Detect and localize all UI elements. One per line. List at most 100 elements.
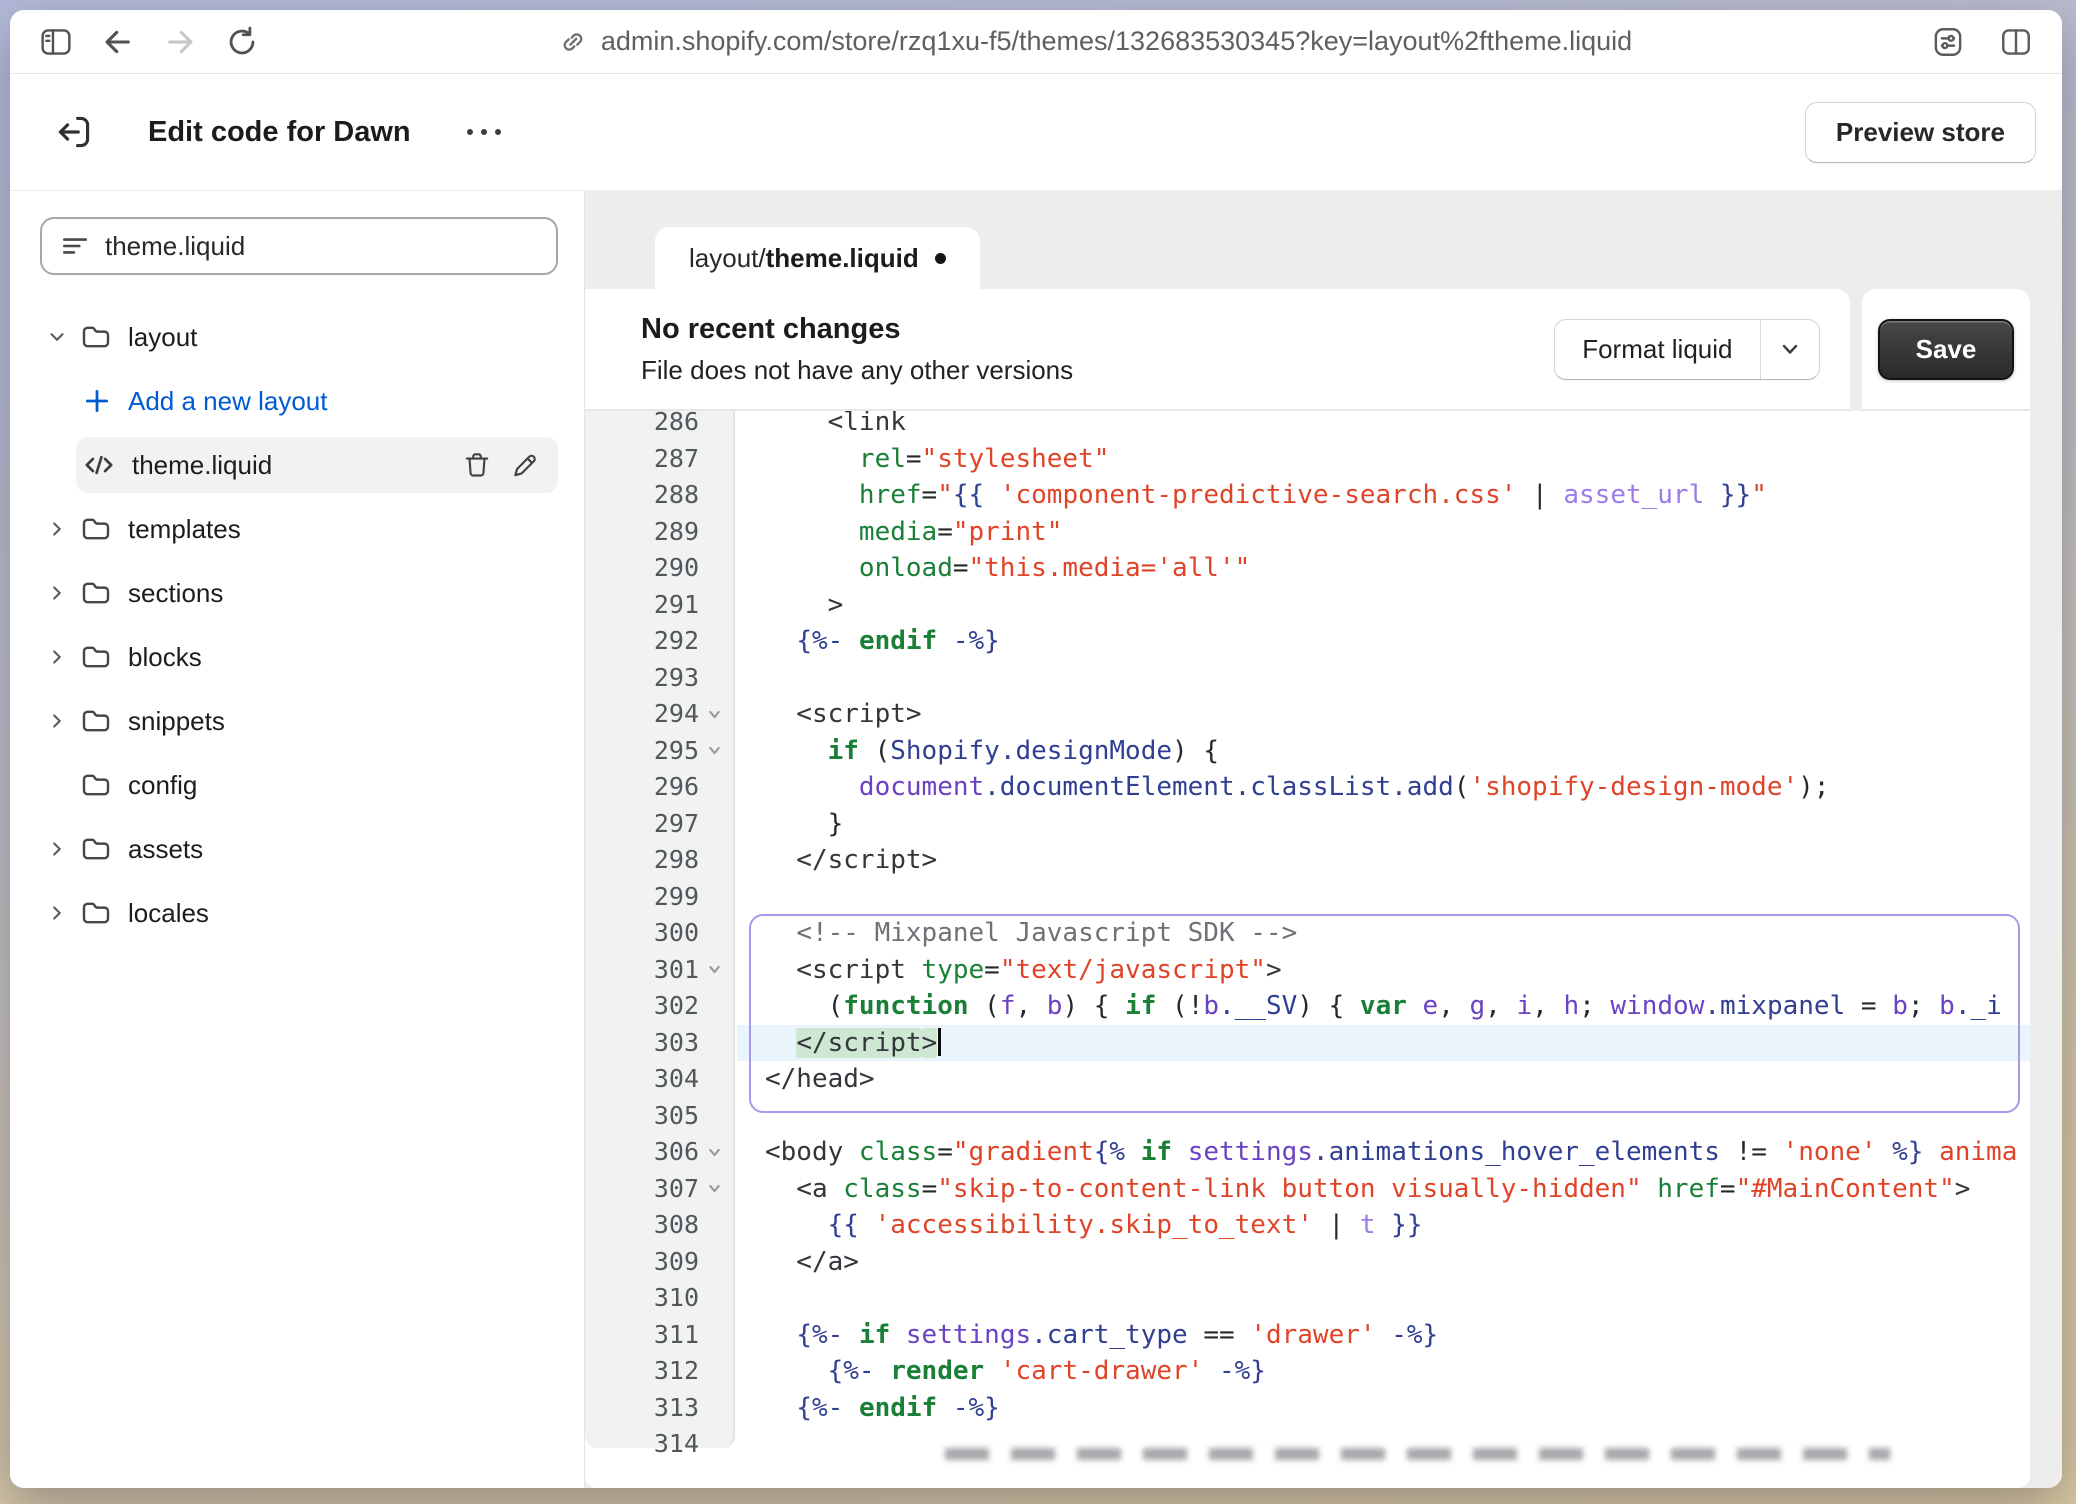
- line-number: 288: [585, 477, 735, 514]
- code-line-310[interactable]: 310: [585, 1280, 2030, 1317]
- code-line-300[interactable]: 300 <!-- Mixpanel Javascript SDK -->: [585, 915, 2030, 952]
- code-line-289[interactable]: 289 media="print": [585, 514, 2030, 551]
- save-panel: Save: [1862, 289, 2030, 411]
- code-line-298[interactable]: 298 </script>: [585, 842, 2030, 879]
- code-line-content: <body class="gradient{% if settings.anim…: [735, 1134, 2017, 1171]
- chevron-right-icon[interactable]: [46, 582, 80, 604]
- url-text: admin.shopify.com/store/rzq1xu-f5/themes…: [601, 26, 1632, 57]
- pencil-icon[interactable]: [510, 450, 540, 480]
- fold-chevron-icon[interactable]: [699, 1180, 729, 1197]
- code-line-288[interactable]: 288 href="{{ 'component-predictive-searc…: [585, 477, 2030, 514]
- folder-icon: [80, 321, 112, 353]
- code-line-308[interactable]: 308 {{ 'accessibility.skip_to_text' | t …: [585, 1207, 2030, 1244]
- sidebar-item-locales[interactable]: locales: [40, 885, 558, 941]
- save-button[interactable]: Save: [1878, 319, 2015, 380]
- line-number: 294: [585, 696, 735, 733]
- sidebar-item-label: blocks: [128, 642, 202, 673]
- code-line-content: href="{{ 'component-predictive-search.cs…: [735, 477, 1767, 514]
- chevron-down-icon[interactable]: [46, 326, 80, 348]
- code-line-304[interactable]: 304</head>: [585, 1061, 2030, 1098]
- chevron-right-icon[interactable]: [46, 838, 80, 860]
- code-line-290[interactable]: 290 onload="this.media='all'": [585, 550, 2030, 587]
- preview-store-button[interactable]: Preview store: [1805, 102, 2036, 163]
- more-actions-icon[interactable]: [457, 119, 511, 145]
- line-number: 302: [585, 988, 735, 1025]
- code-line-292[interactable]: 292 {%- endif -%}: [585, 623, 2030, 660]
- forward-icon[interactable]: [158, 20, 202, 64]
- fold-chevron-icon[interactable]: [699, 961, 729, 978]
- sidebar-item-snippets[interactable]: snippets: [40, 693, 558, 749]
- code-line-content: {%- endif -%}: [735, 623, 1000, 660]
- fold-chevron-icon[interactable]: [699, 706, 729, 723]
- line-number: 300: [585, 915, 735, 952]
- sidebar-item-assets[interactable]: assets: [40, 821, 558, 877]
- line-number: 286: [585, 411, 735, 441]
- status-subtitle: File does not have any other versions: [641, 355, 1073, 386]
- split-view-icon[interactable]: [1994, 20, 2038, 64]
- code-line-311[interactable]: 311 {%- if settings.cart_type == 'drawer…: [585, 1317, 2030, 1354]
- line-number: 310: [585, 1280, 735, 1317]
- code-line-309[interactable]: 309 </a>: [585, 1244, 2030, 1281]
- code-line-content: media="print": [735, 514, 1062, 551]
- code-line-297[interactable]: 297 }: [585, 806, 2030, 843]
- code-line-305[interactable]: 305: [585, 1098, 2030, 1135]
- reload-icon[interactable]: [220, 20, 264, 64]
- code-line-286[interactable]: 286 <link: [585, 411, 2030, 441]
- code-line-302[interactable]: 302 (function (f, b) { if (!b.__SV) { va…: [585, 988, 2030, 1025]
- sidebar-item-add-a-new-layout[interactable]: Add a new layout: [76, 373, 558, 429]
- line-number: 314: [585, 1426, 735, 1463]
- sidebar-item-layout[interactable]: layout: [40, 309, 558, 365]
- code-line-299[interactable]: 299: [585, 879, 2030, 916]
- tab-theme-liquid[interactable]: layout/theme.liquid: [655, 227, 980, 289]
- sidebar-item-config[interactable]: config: [40, 757, 558, 813]
- back-icon[interactable]: [96, 20, 140, 64]
- code-line-307[interactable]: 307 <a class="skip-to-content-link butto…: [585, 1171, 2030, 1208]
- exit-icon[interactable]: [52, 110, 96, 154]
- sidebar-item-theme-liquid[interactable]: theme.liquid: [76, 437, 558, 493]
- code-editor-region: layout/theme.liquid No recent changes Fi…: [585, 191, 2062, 1488]
- search-input[interactable]: [105, 231, 538, 262]
- fold-chevron-icon[interactable]: [699, 742, 729, 759]
- sidebar-item-blocks[interactable]: blocks: [40, 629, 558, 685]
- filter-icon: [60, 231, 90, 261]
- code-line-294[interactable]: 294 <script>: [585, 696, 2030, 733]
- line-number: 287: [585, 441, 735, 478]
- folder-icon: [80, 577, 112, 609]
- code-line-293[interactable]: 293: [585, 660, 2030, 697]
- format-dropdown-chevron-icon[interactable]: [1761, 320, 1819, 379]
- code-line-content: }: [735, 806, 843, 843]
- code-line-296[interactable]: 296 document.documentElement.classList.a…: [585, 769, 2030, 806]
- sidebar-toggle-icon[interactable]: [34, 20, 78, 64]
- code-line-content: {{ 'accessibility.skip_to_text' | t }}: [735, 1207, 1422, 1244]
- chevron-right-icon[interactable]: [46, 518, 80, 540]
- page-title: Edit code for Dawn: [148, 116, 411, 149]
- folder-icon: [80, 897, 112, 929]
- tab-file-name: theme.liquid: [766, 243, 919, 274]
- sidebar-item-label: locales: [128, 898, 209, 929]
- page-tools-icon[interactable]: [1926, 20, 1970, 64]
- code-line-291[interactable]: 291 >: [585, 587, 2030, 624]
- code-line-303[interactable]: 303 </script>: [585, 1025, 2030, 1062]
- chevron-right-icon[interactable]: [46, 646, 80, 668]
- code-line-313[interactable]: 313 {%- endif -%}: [585, 1390, 2030, 1427]
- url-bar[interactable]: admin.shopify.com/store/rzq1xu-f5/themes…: [264, 26, 1926, 57]
- code-line-301[interactable]: 301 <script type="text/javascript">: [585, 952, 2030, 989]
- code-line-312[interactable]: 312 {%- render 'cart-drawer' -%}: [585, 1353, 2030, 1390]
- line-number: 296: [585, 769, 735, 806]
- code-line-295[interactable]: 295 if (Shopify.designMode) {: [585, 733, 2030, 770]
- chevron-right-icon[interactable]: [46, 710, 80, 732]
- code-line-287[interactable]: 287 rel="stylesheet": [585, 441, 2030, 478]
- sidebar-item-templates[interactable]: templates: [40, 501, 558, 557]
- chevron-right-icon[interactable]: [46, 902, 80, 924]
- code-line-306[interactable]: 306<body class="gradient{% if settings.a…: [585, 1134, 2030, 1171]
- line-number: 311: [585, 1317, 735, 1354]
- sidebar-item-sections[interactable]: sections: [40, 565, 558, 621]
- code-panel[interactable]: 286 <link287 rel="stylesheet"288 href="{…: [585, 411, 2030, 1488]
- fold-chevron-icon[interactable]: [699, 1144, 729, 1161]
- trash-icon[interactable]: [462, 450, 492, 480]
- code-line-content: <script>: [735, 696, 922, 733]
- code-line-content: </script>: [735, 842, 937, 879]
- format-liquid-button[interactable]: Format liquid: [1554, 319, 1820, 380]
- code-line-content: {%- render 'cart-drawer' -%}: [735, 1353, 1266, 1390]
- file-search[interactable]: [40, 217, 558, 275]
